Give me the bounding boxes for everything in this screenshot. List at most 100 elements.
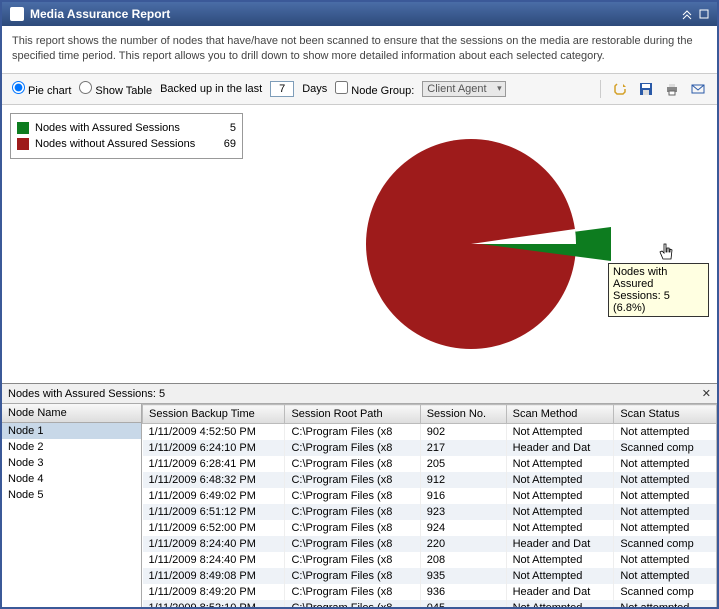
node-group-checkbox-input[interactable] — [335, 81, 348, 94]
table-row[interactable]: 1/11/2009 8:49:08 PMC:\Program Files (x8… — [143, 568, 717, 584]
node-group-checkbox[interactable]: Node Group: — [335, 81, 414, 97]
list-item[interactable]: Node 4 — [2, 471, 141, 487]
table-cell: C:\Program Files (x8 — [285, 520, 420, 536]
table-cell: Not Attempted — [506, 504, 614, 520]
toolbar-separator — [600, 80, 601, 98]
table-cell: 217 — [420, 440, 506, 456]
col-header[interactable]: Session Backup Time — [143, 405, 285, 424]
report-description: This report shows the number of nodes th… — [2, 26, 717, 74]
table-cell: 935 — [420, 568, 506, 584]
table-cell: C:\Program Files (x8 — [285, 472, 420, 488]
app-icon — [10, 7, 24, 21]
table-row[interactable]: 1/11/2009 6:48:32 PMC:\Program Files (x8… — [143, 472, 717, 488]
table-row[interactable]: 1/11/2009 8:52:10 PMC:\Program Files (x8… — [143, 600, 717, 607]
print-icon[interactable] — [663, 80, 681, 98]
days-input[interactable] — [270, 81, 294, 97]
table-cell: 1/11/2009 6:51:12 PM — [143, 504, 285, 520]
node-group-select[interactable]: Client Agent — [422, 81, 505, 97]
table-cell: Not Attempted — [506, 600, 614, 607]
table-cell: Not attempted — [614, 424, 717, 441]
col-header[interactable]: Session Root Path — [285, 405, 420, 424]
table-cell: Not attempted — [614, 520, 717, 536]
sessions-table: Session Backup Time Session Root Path Se… — [142, 404, 717, 607]
details-title: Nodes with Assured Sessions: 5 — [8, 388, 165, 400]
table-cell: Not attempted — [614, 568, 717, 584]
table-row[interactable]: 1/11/2009 6:51:12 PMC:\Program Files (x8… — [143, 504, 717, 520]
table-cell: 220 — [420, 536, 506, 552]
table-cell: 205 — [420, 456, 506, 472]
legend-value: 69 — [216, 138, 236, 150]
table-cell: C:\Program Files (x8 — [285, 440, 420, 456]
table-cell: 916 — [420, 488, 506, 504]
show-table-radio-input[interactable] — [79, 81, 92, 94]
node-list-header[interactable]: Node Name — [2, 404, 141, 423]
table-cell: Not Attempted — [506, 488, 614, 504]
window-title: Media Assurance Report — [30, 7, 681, 21]
chart-area: Nodes with Assured Sessions 5 Nodes with… — [2, 105, 717, 383]
legend-label: Nodes without Assured Sessions — [35, 138, 210, 150]
table-cell: 902 — [420, 424, 506, 441]
table-cell: Not attempted — [614, 488, 717, 504]
table-cell: C:\Program Files (x8 — [285, 424, 420, 441]
table-cell: 1/11/2009 6:49:02 PM — [143, 488, 285, 504]
table-row[interactable]: 1/11/2009 6:49:02 PMC:\Program Files (x8… — [143, 488, 717, 504]
table-cell: 936 — [420, 584, 506, 600]
table-row[interactable]: 1/11/2009 6:52:00 PMC:\Program Files (x8… — [143, 520, 717, 536]
pie-chart[interactable]: Nodes with Assured Sessions: 5 (6.8%) — [253, 113, 709, 375]
email-icon[interactable] — [689, 80, 707, 98]
table-cell: 1/11/2009 8:52:10 PM — [143, 600, 285, 607]
details-body: Node Name Node 1 Node 2 Node 3 Node 4 No… — [2, 404, 717, 607]
table-cell: C:\Program Files (x8 — [285, 584, 420, 600]
legend-swatch — [17, 122, 29, 134]
pie-chart-radio-input[interactable] — [12, 81, 25, 94]
maximize-icon[interactable] — [699, 8, 709, 20]
cursor-hand-icon — [658, 243, 676, 261]
toolbar: Pie chart Show Table Backed up in the la… — [2, 74, 717, 105]
refresh-icon[interactable] — [611, 80, 629, 98]
table-cell: 1/11/2009 6:48:32 PM — [143, 472, 285, 488]
table-cell: 1/11/2009 8:24:40 PM — [143, 536, 285, 552]
table-cell: Header and Dat — [506, 440, 614, 456]
table-cell: C:\Program Files (x8 — [285, 456, 420, 472]
chart-tooltip: Nodes with Assured Sessions: 5 (6.8%) — [608, 263, 709, 317]
table-row[interactable]: 1/11/2009 6:28:41 PMC:\Program Files (x8… — [143, 456, 717, 472]
table-cell: C:\Program Files (x8 — [285, 536, 420, 552]
close-icon[interactable]: ✕ — [702, 387, 711, 400]
table-cell: 1/11/2009 8:49:20 PM — [143, 584, 285, 600]
table-row[interactable]: 1/11/2009 8:24:40 PMC:\Program Files (x8… — [143, 552, 717, 568]
legend-swatch — [17, 138, 29, 150]
list-item[interactable]: Node 1 — [2, 423, 141, 439]
save-icon[interactable] — [637, 80, 655, 98]
list-item[interactable]: Node 2 — [2, 439, 141, 455]
pie-svg — [351, 129, 611, 359]
node-list-items: Node 1 Node 2 Node 3 Node 4 Node 5 — [2, 423, 141, 607]
node-list: Node Name Node 1 Node 2 Node 3 Node 4 No… — [2, 404, 142, 607]
show-table-radio[interactable]: Show Table — [79, 81, 152, 97]
table-row[interactable]: 1/11/2009 6:24:10 PMC:\Program Files (x8… — [143, 440, 717, 456]
days-unit-label: Days — [302, 83, 327, 95]
col-header[interactable]: Session No. — [420, 405, 506, 424]
table-cell: Scanned comp — [614, 440, 717, 456]
details-panel: Nodes with Assured Sessions: 5 ✕ Node Na… — [2, 383, 717, 607]
list-item[interactable]: Node 5 — [2, 487, 141, 503]
pie-chart-radio[interactable]: Pie chart — [12, 81, 71, 97]
list-item[interactable]: Node 3 — [2, 455, 141, 471]
table-cell: 923 — [420, 504, 506, 520]
table-cell: 924 — [420, 520, 506, 536]
table-row[interactable]: 1/11/2009 8:24:40 PMC:\Program Files (x8… — [143, 536, 717, 552]
table-cell: C:\Program Files (x8 — [285, 552, 420, 568]
collapse-icon[interactable] — [681, 8, 693, 20]
table-cell: 1/11/2009 4:52:50 PM — [143, 424, 285, 441]
node-group-label: Node Group: — [351, 85, 414, 97]
col-header[interactable]: Scan Status — [614, 405, 717, 424]
table-cell: Not Attempted — [506, 424, 614, 441]
sessions-grid[interactable]: Session Backup Time Session Root Path Se… — [142, 404, 717, 607]
table-cell: Not Attempted — [506, 456, 614, 472]
table-row[interactable]: 1/11/2009 8:49:20 PMC:\Program Files (x8… — [143, 584, 717, 600]
table-row[interactable]: 1/11/2009 4:52:50 PMC:\Program Files (x8… — [143, 424, 717, 441]
col-header[interactable]: Scan Method — [506, 405, 614, 424]
legend-label: Nodes with Assured Sessions — [35, 122, 210, 134]
table-cell: Not attempted — [614, 552, 717, 568]
table-cell: 208 — [420, 552, 506, 568]
table-cell: Scanned comp — [614, 584, 717, 600]
